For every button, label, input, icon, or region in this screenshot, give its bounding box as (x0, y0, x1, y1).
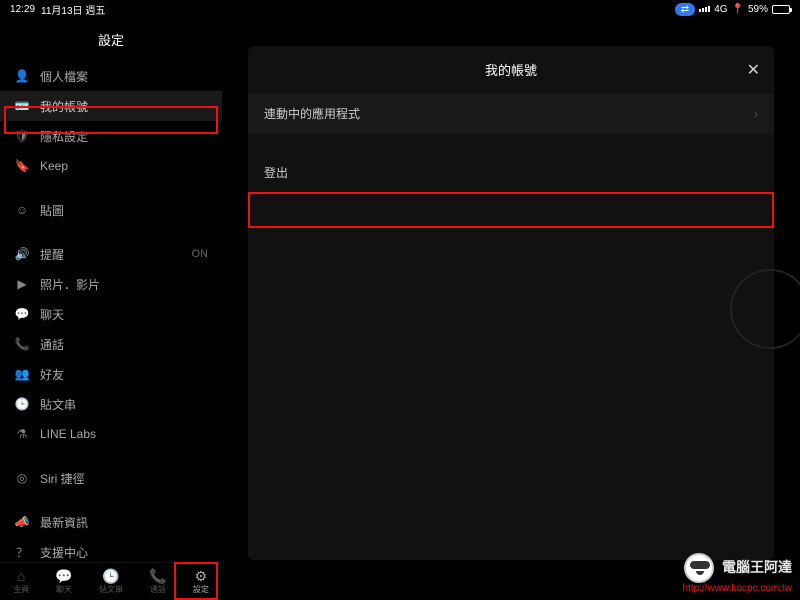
status-time: 12:29 (10, 4, 35, 15)
my-account-modal: 我的帳號 ✕ 連動中的應用程式 › 登出 (248, 46, 774, 560)
tab-gear[interactable]: ⚙設定 (193, 569, 209, 595)
sidebar-item-label: 我的帳號 (40, 98, 208, 115)
tab-label: 聊天 (56, 584, 72, 595)
tab-label: 設定 (193, 584, 209, 595)
status-right: ⇄ 4G 📍 59% (675, 3, 790, 16)
sidebar-item-label: 好友 (40, 366, 208, 383)
sidebar-item-label: 最新資訊 (40, 514, 208, 531)
sidebar-item-label: 貼文串 (40, 396, 208, 413)
gear-icon: ⚙ (195, 569, 208, 583)
sidebar-item-label: 通話 (40, 336, 208, 353)
speaker-icon: 🔊 (14, 247, 30, 261)
sidebar-item-label: 個人檔案 (40, 68, 208, 85)
tab-chat[interactable]: 💬聊天 (55, 569, 72, 595)
sidebar-item-clock[interactable]: 🕒 貼文串 (0, 389, 222, 419)
sidebar-item-help[interactable]: ？ 支援中心 (0, 537, 222, 562)
logout-row[interactable]: 登出 (248, 152, 774, 193)
tab-label: 貼文串 (99, 584, 123, 595)
linked-apps-label: 連動中的應用程式 (264, 105, 754, 122)
sidebar-item-label: LINE Labs (40, 427, 208, 441)
help-icon: ？ (14, 544, 30, 561)
phone-icon: 📞 (149, 569, 166, 583)
sidebar-item-trail: ON (192, 248, 209, 260)
sidebar-item-label: 照片．影片 (40, 276, 208, 293)
sidebar-item-id-card[interactable]: 🪪 我的帳號 (0, 91, 222, 121)
network-label: 4G (714, 4, 727, 15)
clock-icon: 🕒 (102, 569, 119, 583)
sidebar-item-shield[interactable]: 🛡 隱私設定 (0, 121, 222, 151)
sidebar-item-label: 貼圖 (40, 202, 208, 219)
sidebar-item-chat[interactable]: 💬 聊天 (0, 299, 222, 329)
status-left: 12:29 11月13日 週五 (10, 2, 105, 17)
chevron-right-icon: › (754, 107, 758, 121)
chat-icon: 💬 (55, 569, 72, 583)
flask-icon: ⚗ (14, 427, 30, 441)
id-card-icon: 🪪 (14, 99, 30, 113)
sidebar-item-phone[interactable]: 📞 通話 (0, 329, 222, 359)
circle-decoration (730, 269, 800, 349)
sidebar-item-label: 隱私設定 (40, 128, 208, 145)
signal-icon (699, 6, 710, 12)
siri-icon: ◎ (14, 471, 30, 485)
friends-icon: 👥 (14, 367, 30, 381)
modal-header: 我的帳號 ✕ (248, 46, 774, 93)
phone-icon: 📞 (14, 337, 30, 351)
sidebar-item-flask[interactable]: ⚗ LINE Labs (0, 419, 222, 449)
sidebar-item-label: 聊天 (40, 306, 208, 323)
sidebar-item-user[interactable]: 👤 個人檔案 (0, 61, 222, 91)
status-date: 11月13日 週五 (41, 2, 105, 17)
hotspot-icon: ⇄ (675, 3, 695, 16)
modal-title: 我的帳號 (485, 60, 537, 79)
sidebar-item-friends[interactable]: 👥 好友 (0, 359, 222, 389)
home-icon: ⌂ (17, 569, 25, 583)
sidebar-title: 設定 (0, 18, 222, 61)
chat-icon: 💬 (14, 307, 30, 321)
linked-apps-row[interactable]: 連動中的應用程式 › (248, 93, 774, 134)
sidebar-item-label: Siri 捷徑 (40, 470, 208, 487)
play-icon: ▶ (14, 277, 30, 291)
smile-icon: ☺ (14, 203, 30, 217)
clock-icon: 🕒 (14, 397, 30, 411)
sidebar-item-label: 提醒 (40, 246, 182, 263)
sidebar-item-label: 支援中心 (40, 544, 208, 561)
tab-label: 主頁 (13, 584, 29, 595)
status-bar: 12:29 11月13日 週五 ⇄ 4G 📍 59% (0, 0, 800, 18)
sidebar-item-label: Keep (40, 159, 208, 173)
bookmark-icon: 🔖 (14, 159, 30, 173)
tab-bar: ⌂主頁 💬聊天 🕒貼文串 📞通話 ⚙設定 (0, 562, 222, 600)
sidebar-item-play[interactable]: ▶ 照片．影片 (0, 269, 222, 299)
user-icon: 👤 (14, 69, 30, 83)
tab-clock[interactable]: 🕒貼文串 (99, 569, 123, 595)
battery-icon (772, 5, 790, 14)
tab-label: 通話 (150, 584, 166, 595)
sidebar-item-bookmark[interactable]: 🔖 Keep (0, 151, 222, 181)
sidebar-item-speaker[interactable]: 🔊 提醒 ON (0, 239, 222, 269)
sidebar-item-megaphone[interactable]: 📣 最新資訊 (0, 507, 222, 537)
location-icon: 📍 (732, 4, 744, 15)
battery-pct: 59% (748, 4, 768, 15)
tab-home[interactable]: ⌂主頁 (13, 569, 29, 595)
sidebar-item-siri[interactable]: ◎ Siri 捷徑 (0, 463, 222, 493)
main-pane: 我的帳號 ✕ 連動中的應用程式 › 登出 (222, 18, 800, 600)
shield-icon: 🛡 (14, 129, 30, 143)
close-icon[interactable]: ✕ (747, 60, 760, 80)
logout-label: 登出 (264, 164, 758, 181)
megaphone-icon: 📣 (14, 515, 30, 529)
settings-sidebar: 設定 👤個人檔案🪪我的帳號🛡隱私設定🔖Keep☺貼圖🔊提醒ON▶照片．影片💬聊天… (0, 18, 222, 600)
sidebar-item-smile[interactable]: ☺ 貼圖 (0, 195, 222, 225)
tab-phone[interactable]: 📞通話 (149, 569, 166, 595)
